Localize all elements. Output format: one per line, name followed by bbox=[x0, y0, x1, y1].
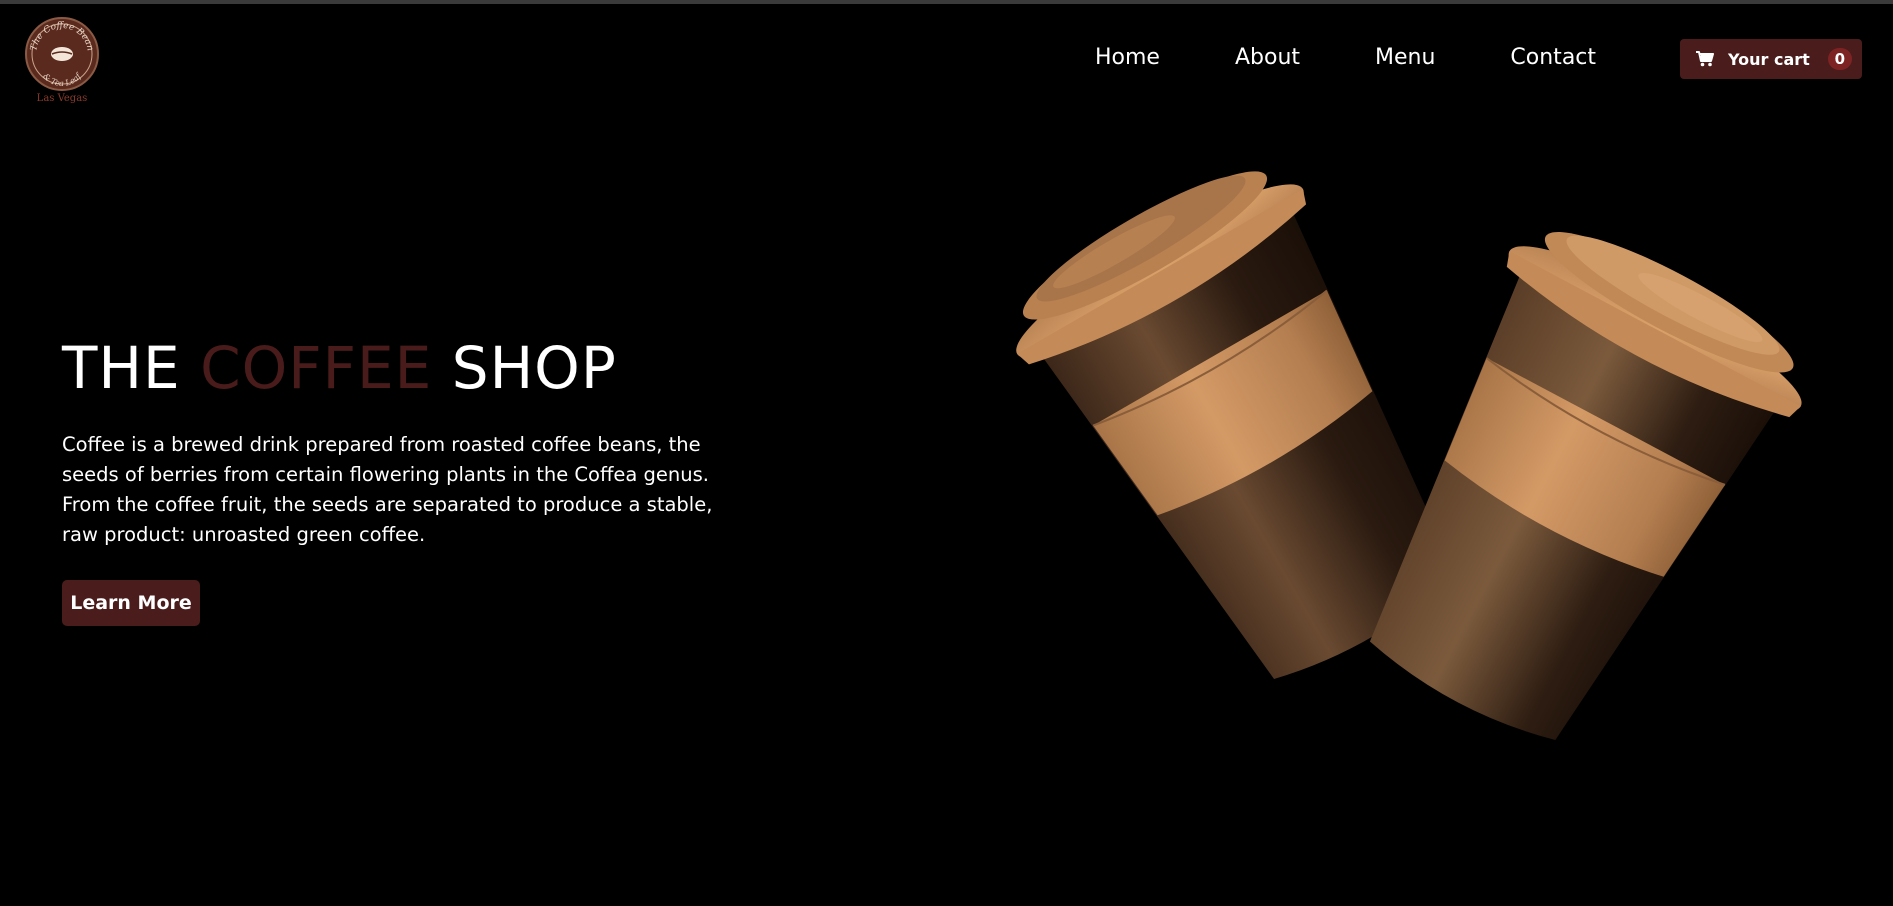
coffee-cups-image bbox=[980, 110, 1840, 770]
page: The Coffee Bean & Tea Leaf Las Vegas Hom… bbox=[0, 0, 1893, 906]
hero-description: Coffee is a brewed drink prepared from r… bbox=[62, 433, 713, 546]
browser-top-border bbox=[0, 0, 1893, 4]
cart-button[interactable]: Your cart 0 bbox=[1680, 39, 1862, 79]
nav-home[interactable]: Home bbox=[1095, 44, 1160, 72]
hero-title-accent: COFFEE bbox=[200, 334, 433, 402]
hero-title-part1: THE bbox=[62, 334, 181, 402]
hero-title: THE COFFEE SHOP bbox=[62, 333, 617, 403]
main-nav: Home About Menu Contact bbox=[1095, 44, 1596, 72]
cart-icon bbox=[1696, 51, 1714, 67]
nav-contact[interactable]: Contact bbox=[1510, 44, 1596, 72]
site-logo[interactable]: The Coffee Bean & Tea Leaf Las Vegas bbox=[24, 16, 100, 104]
logo-location: Las Vegas bbox=[37, 93, 88, 104]
nav-about[interactable]: About bbox=[1235, 44, 1300, 72]
cart-label: Your cart bbox=[1728, 49, 1810, 69]
cart-count-badge: 0 bbox=[1827, 48, 1852, 70]
hero-title-part2: SHOP bbox=[451, 334, 617, 402]
learn-more-button[interactable]: Learn More bbox=[62, 580, 200, 626]
nav-menu[interactable]: Menu bbox=[1375, 44, 1435, 72]
